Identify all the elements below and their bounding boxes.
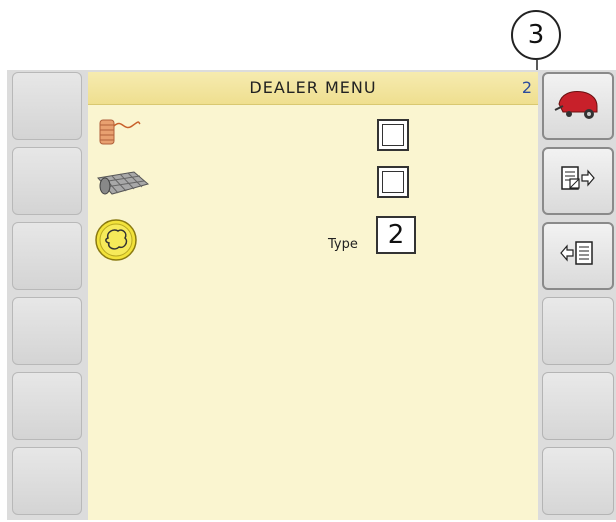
knotter-type-icon [94, 218, 140, 268]
page-title: DEALER MENU [249, 78, 377, 97]
left-softkey-5[interactable] [12, 372, 82, 440]
left-softkey-1[interactable] [12, 72, 82, 140]
page-number: 2 [521, 78, 532, 97]
twine-icon [94, 114, 142, 154]
left-softkey-6[interactable] [12, 447, 82, 515]
import-settings-icon [558, 239, 598, 273]
type-label: Type [328, 237, 358, 252]
type-value-field[interactable]: 2 [376, 216, 416, 254]
left-softkey-2[interactable] [12, 147, 82, 215]
title-bar: DEALER MENU 2 [88, 72, 538, 105]
net-wrap-checkbox[interactable] [377, 166, 409, 198]
baler-icon [553, 84, 603, 128]
export-settings-icon [558, 164, 598, 198]
export-settings-button[interactable] [542, 147, 614, 215]
baler-softkey[interactable] [542, 72, 614, 140]
left-softkey-3[interactable] [12, 222, 82, 290]
net-wrap-icon [94, 168, 150, 204]
left-softkey-column [12, 72, 84, 522]
dealer-menu-screen: DEALER MENU 2 Type 2 [88, 72, 538, 520]
twine-checkbox[interactable] [377, 119, 409, 151]
import-settings-button[interactable] [542, 222, 614, 290]
right-softkey-4[interactable] [542, 297, 614, 365]
right-softkey-5[interactable] [542, 372, 614, 440]
left-softkey-4[interactable] [12, 297, 82, 365]
right-softkey-column [542, 72, 614, 522]
right-softkey-6[interactable] [542, 447, 614, 515]
